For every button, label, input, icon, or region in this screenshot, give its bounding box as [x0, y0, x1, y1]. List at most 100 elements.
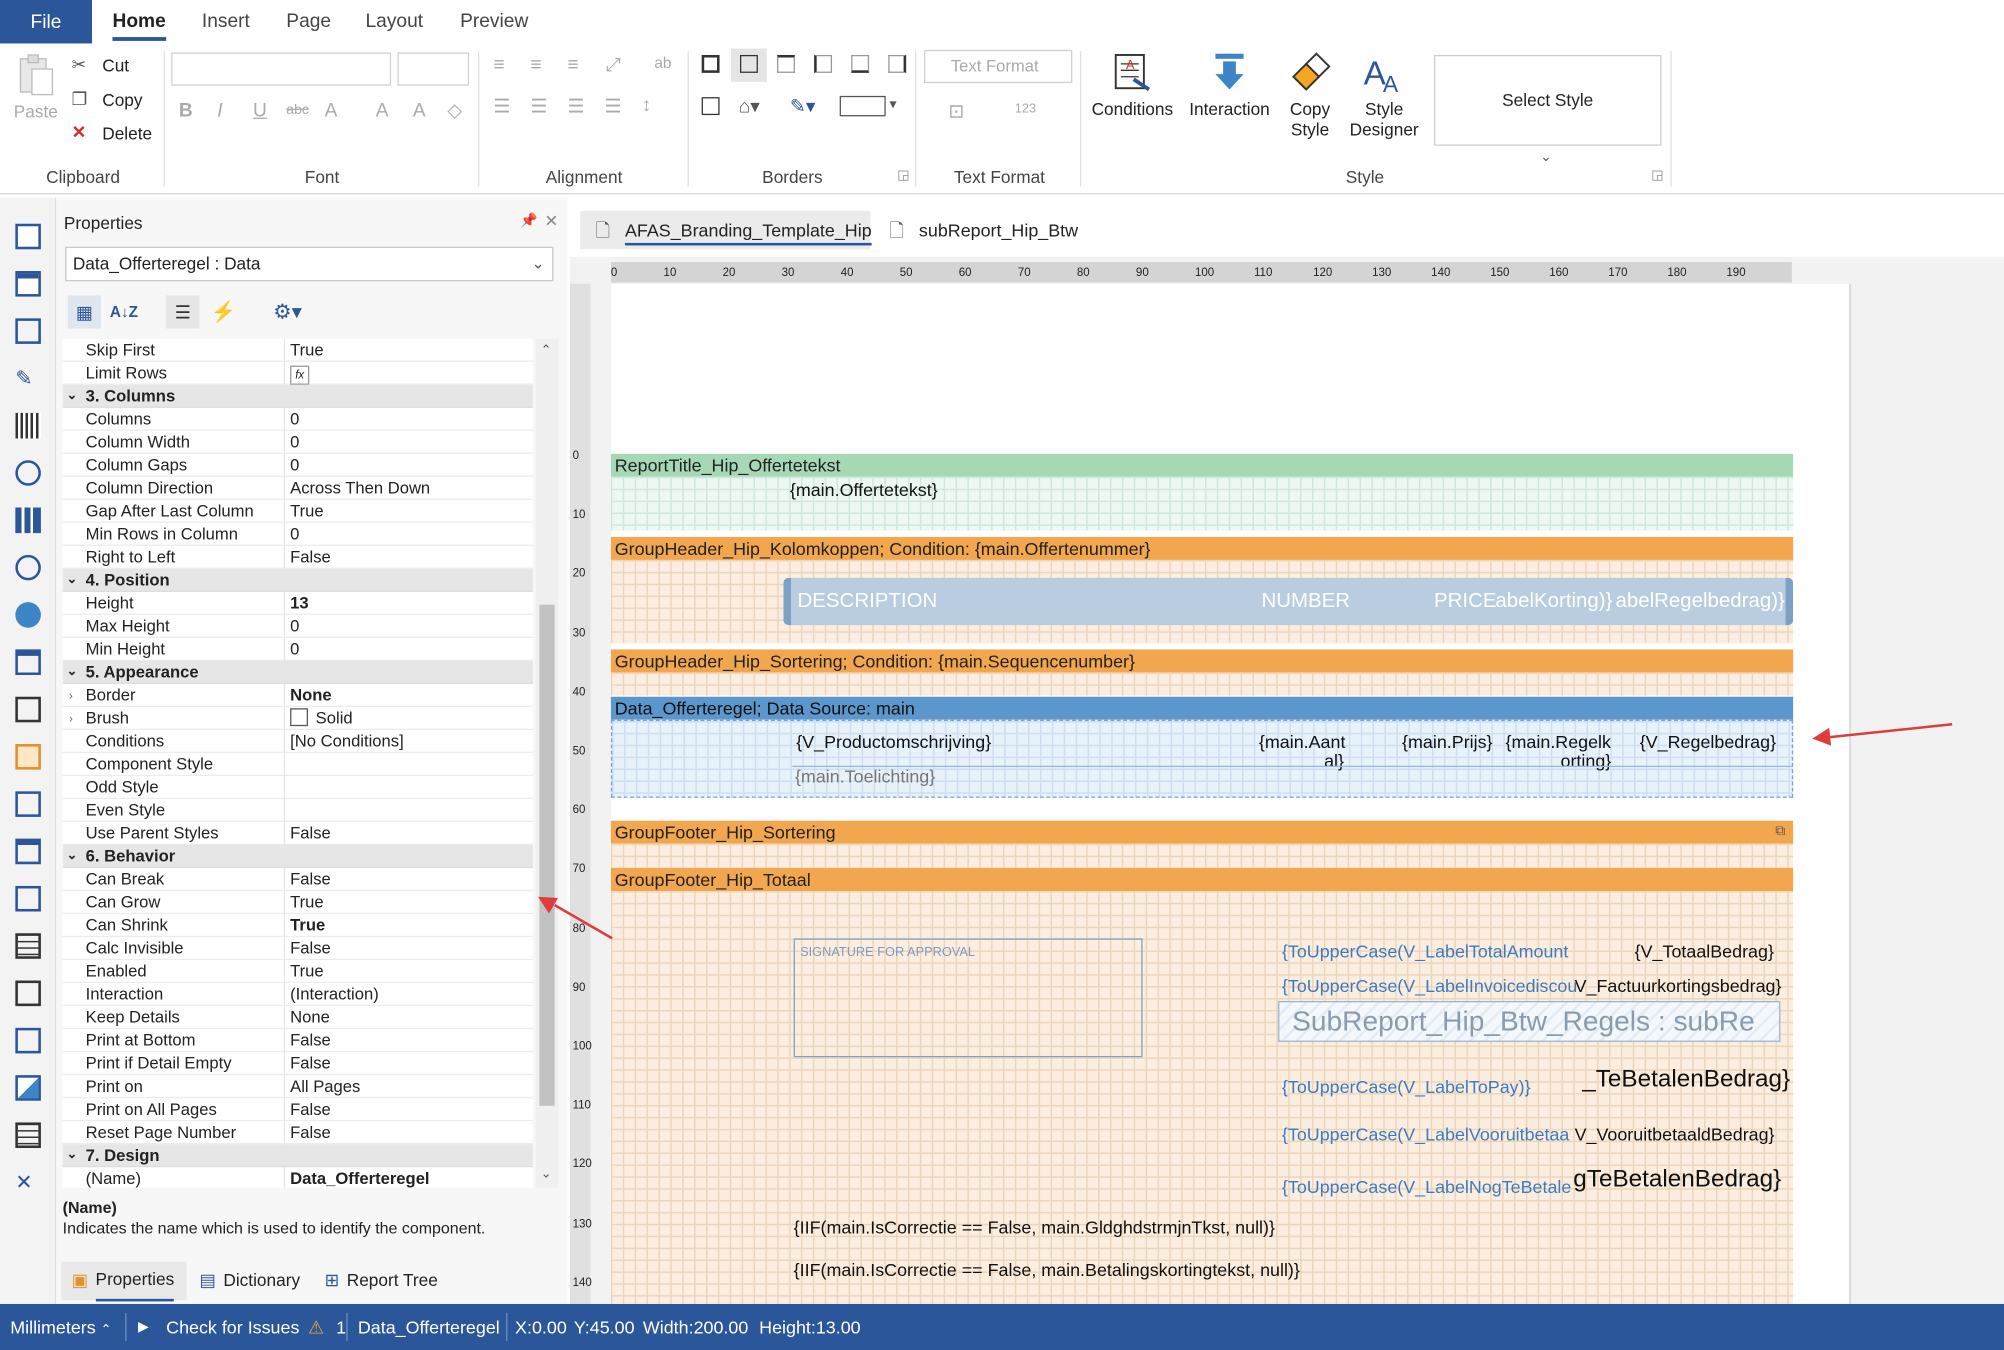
justify-icon[interactable]: ☰ [605, 95, 622, 118]
fill-color-icon[interactable]: ⌂▾ [739, 95, 760, 118]
settings-gear-icon[interactable]: ⚙▾ [265, 295, 311, 328]
property-value[interactable]: 0 [283, 430, 299, 454]
outer-border-icon[interactable] [739, 54, 758, 73]
panel-icon[interactable] [15, 649, 41, 675]
number-format-icon[interactable]: 123 [1015, 102, 1036, 116]
tab-report-tree[interactable]: ⊞ Report Tree [325, 1262, 438, 1300]
regelkorting-field[interactable]: {main.Regelk [1506, 731, 1611, 751]
label-invoice-discount[interactable]: {ToUpperCase(V_LabelInvoicediscou [1282, 975, 1577, 995]
property-row[interactable]: Column Direction Across Then Down [62, 476, 533, 500]
pen-icon[interactable]: ✎ [15, 366, 41, 392]
italic-icon[interactable]: I [217, 100, 222, 122]
property-row[interactable]: Enabled True [62, 960, 533, 984]
property-row[interactable]: Can Shrink True [62, 914, 533, 938]
subreport-btw-regels[interactable]: SubReport_Hip_Btw_Regels : subRe [1278, 1000, 1781, 1042]
scroll-down-icon[interactable]: ⌄ [541, 1167, 552, 1181]
tab-page[interactable]: Page [286, 0, 331, 43]
iif-betalingskorting-field[interactable]: {IIF(main.IsCorrectie == False, main.Bet… [794, 1259, 1300, 1279]
property-value[interactable]: False [283, 1052, 331, 1076]
property-row[interactable]: Column Width 0 [62, 430, 533, 454]
dialog-launcher-icon[interactable]: ◲ [1651, 169, 1663, 183]
strikethrough-icon[interactable]: abc [286, 102, 309, 117]
label-to-pay[interactable]: {ToUpperCase(V_LabelToPay)} [1282, 1076, 1531, 1096]
rotate-text-icon[interactable]: ⤢ [606, 54, 621, 76]
property-value[interactable]: False [283, 1121, 331, 1145]
subreport-icon[interactable] [15, 885, 41, 912]
property-value[interactable]: False [283, 937, 331, 961]
property-row[interactable]: Limit Rows fx [62, 361, 533, 385]
clear-format-icon[interactable]: ◇ [447, 98, 462, 122]
chevron-down-icon[interactable]: ▾ [890, 96, 897, 112]
property-value[interactable]: False [283, 545, 331, 569]
tab-properties[interactable]: ▣ Properties [61, 1261, 187, 1302]
property-row[interactable]: Keep Details None [62, 1006, 533, 1030]
band-groupheader-sortering[interactable]: GroupHeader_Hip_Sortering; Condition: {m… [610, 649, 1794, 673]
delete-button[interactable]: ✕ Delete [72, 123, 153, 143]
property-value[interactable]: All Pages [283, 1075, 360, 1099]
gauge-icon[interactable] [15, 554, 41, 581]
bottom-border-icon[interactable] [851, 54, 870, 73]
property-row[interactable]: Columns 0 [62, 407, 533, 431]
tab-home[interactable]: Home [112, 0, 166, 43]
image-component-icon[interactable] [15, 838, 41, 865]
style-designer-button[interactable]: AA Style Designer [1347, 51, 1421, 140]
paste-button[interactable]: Paste [10, 54, 61, 123]
select-style-gallery[interactable]: Select Style [1433, 54, 1662, 146]
col-price[interactable]: PRICE [1434, 591, 1497, 614]
property-row[interactable]: Right to Left False [62, 545, 533, 569]
offertetekst-field[interactable]: {main.Offertetekst} [790, 479, 938, 499]
aantal-field[interactable]: {main.Aant [1259, 731, 1346, 751]
tab-preview[interactable]: Preview [460, 0, 528, 43]
property-value[interactable]: True [283, 499, 324, 523]
toelichting-box[interactable] [792, 765, 1792, 797]
font-name-dropdown[interactable] [171, 52, 392, 86]
band-report-title[interactable]: ReportTitle_Hip_Offertetekst [610, 453, 1794, 477]
grid-icon[interactable] [15, 1122, 41, 1149]
col-description[interactable]: DESCRIPTION [798, 591, 938, 614]
nog-tebetalen-field[interactable]: gTeBetalenBedrag} [1573, 1166, 1781, 1194]
copy-button[interactable]: ❐ Copy [72, 89, 143, 109]
shrink-font-icon[interactable]: A [413, 100, 426, 122]
tab-subreport-hip-btw[interactable]: 🗋 subReport_Hip_Btw [874, 211, 1091, 249]
band-data-offerteregel[interactable]: Data_Offerteregel; Data Source: main [610, 696, 1794, 720]
band-groupfooter-sortering[interactable]: GroupFooter_Hip_Sortering [610, 820, 1794, 844]
property-row[interactable]: Print if Detail Empty False [62, 1052, 533, 1076]
property-value[interactable]: fx [283, 361, 310, 385]
property-row[interactable]: Can Break False [62, 868, 533, 892]
font-color-icon[interactable]: A [325, 100, 338, 122]
sort-az-icon[interactable]: A↓Z [107, 295, 140, 328]
units-selector[interactable]: Millimeters ⌃ [10, 1304, 111, 1350]
iif-gldghdstrmjn-field[interactable]: {IIF(main.IsCorrectie == False, main.Gld… [794, 1217, 1275, 1237]
label-total-amount[interactable]: {ToUpperCase(V_LabelTotalAmount [1282, 941, 1568, 961]
categorized-icon[interactable]: ▦ [67, 295, 101, 329]
regelbedrag-field[interactable]: {V_Regelbedrag} [1640, 731, 1776, 751]
property-value[interactable]: 0 [283, 614, 299, 638]
band-icon[interactable] [15, 223, 41, 250]
property-value[interactable] [283, 775, 290, 800]
property-category[interactable]: ⌄ 7. Design [62, 1144, 533, 1168]
property-value[interactable]: 0 [283, 522, 299, 546]
dialog-launcher-icon[interactable]: ◲ [897, 169, 909, 183]
no-border-icon[interactable] [701, 97, 720, 116]
cut-button[interactable]: ✂ Cut [72, 55, 130, 75]
underline-icon[interactable]: U [253, 100, 267, 122]
property-row[interactable]: Height 13 [62, 591, 533, 615]
property-row[interactable]: (Name) Data_Offerteregel [63, 1167, 533, 1188]
file-tab[interactable]: File [0, 0, 93, 44]
tools-icon[interactable]: ✕ [15, 1170, 41, 1196]
play-icon[interactable]: ▶ [138, 1304, 149, 1350]
band-groupfooter-sortering-body[interactable] [610, 843, 1794, 869]
property-row[interactable]: Print at Bottom False [62, 1029, 533, 1053]
align-middle-icon[interactable]: ≡ [530, 54, 541, 76]
property-value[interactable]: 13 [283, 591, 309, 615]
cross-band-icon[interactable] [15, 271, 41, 297]
align-left-icon[interactable]: ☰ [493, 95, 510, 118]
property-value[interactable] [283, 799, 290, 823]
property-value[interactable]: True [283, 960, 324, 984]
property-value[interactable]: [No Conditions] [283, 729, 404, 753]
property-row[interactable]: Calc Invisible False [62, 937, 533, 961]
totaal-bedrag-field[interactable]: {V_TotaalBedrag} [1635, 941, 1774, 961]
align-bottom-icon[interactable]: ≡ [567, 54, 578, 76]
col-korting[interactable]: abelKorting)} [1495, 591, 1612, 614]
tab-dictionary[interactable]: ▤ Dictionary [197, 1262, 300, 1300]
